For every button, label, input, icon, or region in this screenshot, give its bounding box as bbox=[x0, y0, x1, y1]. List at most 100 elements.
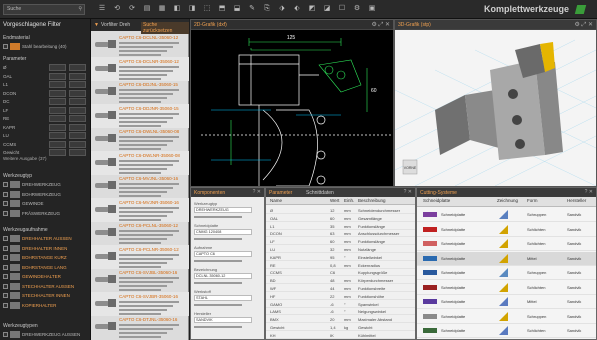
cad-2d-drawing[interactable]: 125 60 bbox=[191, 30, 393, 186]
view-icon[interactable]: ▣ bbox=[368, 5, 376, 13]
filter-min-input[interactable] bbox=[49, 98, 66, 105]
component-field[interactable]: CNMG 120408 bbox=[194, 229, 252, 235]
prefilter-label[interactable]: Vorfilter Dreh bbox=[101, 22, 130, 28]
view-2d-controls[interactable]: ⚙ ⤢ ✕ bbox=[371, 21, 390, 29]
parameter-row[interactable]: BMX 20 mm Maximaler Abstand bbox=[266, 315, 415, 324]
tool-list-item[interactable]: CAPTO C6-MVJNR-35060-16 bbox=[91, 197, 189, 222]
menu-icon[interactable]: ☰ bbox=[98, 5, 106, 13]
filter-checkbox-item[interactable]: DREHHALTER AUSSEN bbox=[3, 235, 88, 242]
parameter-row[interactable]: KAPR 95 ° Einstellwinkel bbox=[266, 253, 415, 261]
filter-checkbox-item[interactable]: GEWINDEHALTER bbox=[3, 273, 88, 280]
filter-min-input[interactable] bbox=[49, 140, 66, 148]
components-controls[interactable]: ? ✕ bbox=[253, 189, 261, 195]
split-right-icon[interactable]: ◨ bbox=[188, 5, 196, 13]
filter-max-input[interactable] bbox=[69, 123, 86, 131]
checkbox[interactable] bbox=[3, 332, 8, 337]
parameters-tab[interactable]: Schnittdaten bbox=[306, 190, 334, 196]
filter-checkbox-item[interactable]: FRÄSWERKZEUG bbox=[3, 209, 88, 217]
search-input[interactable]: Suche ⚲ bbox=[3, 4, 85, 15]
filter-max-input[interactable] bbox=[69, 89, 86, 97]
checkbox[interactable] bbox=[3, 283, 8, 289]
cutting-row[interactable]: Schneidplatte Schlichten Sandvik bbox=[417, 223, 596, 237]
square-left-icon[interactable]: ◩ bbox=[308, 5, 316, 13]
checkbox[interactable] bbox=[3, 255, 8, 260]
checkbox[interactable] bbox=[3, 274, 8, 279]
diamond-left-icon[interactable]: ⬗ bbox=[278, 5, 286, 13]
filter-checkbox-item[interactable]: DREHWERKZEUG AUSSEN bbox=[3, 331, 88, 338]
cutting-row[interactable]: Schneidplatte Schlichten Sandvik bbox=[417, 281, 596, 295]
filter-checkbox-item[interactable]: STECHHALTER INNEN bbox=[3, 292, 88, 299]
view-cube-icon[interactable]: VORNE bbox=[402, 159, 418, 175]
component-field[interactable]: SANDVIK bbox=[194, 317, 252, 323]
parameter-row[interactable]: L1 35 mm Funktionslänge bbox=[266, 222, 415, 230]
tool-list-item[interactable]: CAPTO C6-PCLNL-35060-12 bbox=[91, 221, 189, 245]
tool-list-item[interactable]: CAPTO C6-PCLNR-35060-12 bbox=[91, 244, 189, 269]
filter-checkbox-item[interactable]: DREHHALTER INNEN bbox=[3, 244, 88, 252]
cutting-row[interactable]: Schneidplatte Mittel Sandvik bbox=[417, 251, 596, 266]
component-field[interactable]: DCLNL 35060-12 bbox=[194, 273, 252, 279]
diamond-right-icon[interactable]: ⬖ bbox=[293, 5, 301, 13]
tool-list-item[interactable]: CAPTO C6-DDJNR-35060-15 bbox=[91, 103, 189, 128]
parameter-row[interactable]: BD 48 mm Körperdurchmesser bbox=[266, 276, 415, 285]
parameter-row[interactable]: Ø 12 mm Schneidendurchmesser bbox=[266, 206, 415, 214]
filter-min-input[interactable] bbox=[49, 115, 66, 122]
col-unit[interactable]: Einh. bbox=[344, 198, 354, 203]
filter-max-input[interactable] bbox=[69, 132, 86, 139]
cutting-row[interactable]: Schneidplatte Schlichten Sandvik bbox=[417, 237, 596, 251]
checkbox[interactable] bbox=[3, 264, 8, 270]
material-checkbox[interactable]: Stahl bearbeitung (40) bbox=[3, 43, 88, 50]
funnel-icon[interactable]: ▼ bbox=[94, 22, 99, 28]
checkbox[interactable] bbox=[3, 201, 8, 206]
tool-list-item[interactable]: CAPTO C6-SVJBL-35060-16 bbox=[91, 268, 189, 292]
filter-max-input[interactable] bbox=[69, 98, 86, 105]
parameter-row[interactable]: CCMS C6 Kupplungsgröße bbox=[266, 268, 415, 277]
redo-icon[interactable]: ⟳ bbox=[128, 5, 136, 13]
split-left-icon[interactable]: ◧ bbox=[173, 5, 181, 13]
cutting-row[interactable]: Schneidplatte Schruppen Sandvik bbox=[417, 266, 596, 280]
filter-max-input[interactable] bbox=[69, 140, 86, 148]
col-name[interactable]: Name bbox=[270, 198, 282, 203]
box-icon[interactable]: ☐ bbox=[338, 5, 346, 13]
tool-list-item[interactable]: CAPTO C6-SVJBR-35060-16 bbox=[91, 291, 189, 316]
view-2d[interactable]: 2D-Grafik (dxf) ⚙ ⤢ ✕ 125 60 bbox=[190, 19, 394, 187]
copy-icon[interactable]: ⎘ bbox=[263, 5, 271, 13]
parameter-row[interactable]: LU 32 mm Nutzlänge bbox=[266, 245, 415, 253]
col-form[interactable]: Form bbox=[527, 198, 538, 203]
half-top-icon[interactable]: ⬒ bbox=[218, 5, 226, 13]
parameter-row[interactable]: GAMO -6 ° Spanwinkel bbox=[266, 300, 415, 308]
tool-list-item[interactable]: CAPTO C6-DCLNR-35060-12 bbox=[91, 56, 189, 81]
filter-min-input[interactable] bbox=[49, 64, 66, 71]
filter-min-input[interactable] bbox=[49, 106, 66, 114]
col-insert[interactable]: Schneidplatte bbox=[423, 198, 450, 203]
checkbox[interactable] bbox=[3, 210, 8, 216]
filter-checkbox-item[interactable]: KOPIERHALTER bbox=[3, 301, 88, 309]
cutting-row[interactable]: Schneidplatte Schruppen Sandvik bbox=[417, 310, 596, 324]
filter-checkbox-item[interactable]: DREHWERKZEUG bbox=[3, 181, 88, 188]
parameter-row[interactable]: Gewicht 1,4 kg Gewicht bbox=[266, 323, 415, 331]
filter-checkbox-item[interactable]: STECHHALTER AUSSEN bbox=[3, 282, 88, 290]
grid-icon[interactable]: ▦ bbox=[158, 5, 166, 13]
cutting-row[interactable]: Schneidplatte Schruppen Sandvik bbox=[417, 208, 596, 222]
settings-icon[interactable]: ⚙ bbox=[353, 5, 361, 13]
filter-max-input[interactable] bbox=[69, 64, 86, 71]
checkbox[interactable] bbox=[3, 302, 8, 308]
cutting-controls[interactable]: ? ✕ bbox=[585, 189, 593, 195]
parameter-row[interactable]: LAMS -6 ° Neigungswinkel bbox=[266, 307, 415, 316]
parameter-row[interactable]: HF 22 mm Funktionshöhe bbox=[266, 292, 415, 300]
filter-min-input[interactable] bbox=[49, 132, 66, 139]
checkbox[interactable] bbox=[3, 191, 8, 197]
tool-list-item[interactable]: CAPTO C6-DWLNR-35060-08 bbox=[91, 150, 189, 175]
cutting-row[interactable]: Schneidplatte Schlichten Sandvik bbox=[417, 324, 596, 338]
checkbox[interactable] bbox=[3, 44, 8, 49]
parameter-row[interactable]: LF 60 mm Funktionslänge bbox=[266, 237, 415, 246]
col-drawing[interactable]: Zeichnung bbox=[497, 198, 518, 203]
filter-min-input[interactable] bbox=[49, 81, 66, 88]
tool-list-item[interactable]: CAPTO C6-DDJNL-35060-15 bbox=[91, 80, 189, 104]
component-field[interactable]: DREHWERKZEUG bbox=[194, 207, 252, 213]
parameter-row[interactable]: KH IK Kühlmittel bbox=[266, 331, 415, 339]
filter-min-input[interactable] bbox=[49, 72, 66, 80]
parameter-row[interactable]: RE 0,8 mm Eckenradius bbox=[266, 261, 415, 269]
view-3d-controls[interactable]: ⚙ ⤢ ✕ bbox=[574, 21, 593, 29]
checkbox[interactable] bbox=[3, 293, 8, 298]
parameter-row[interactable]: OAL 60 mm Gesamtlänge bbox=[266, 214, 415, 222]
